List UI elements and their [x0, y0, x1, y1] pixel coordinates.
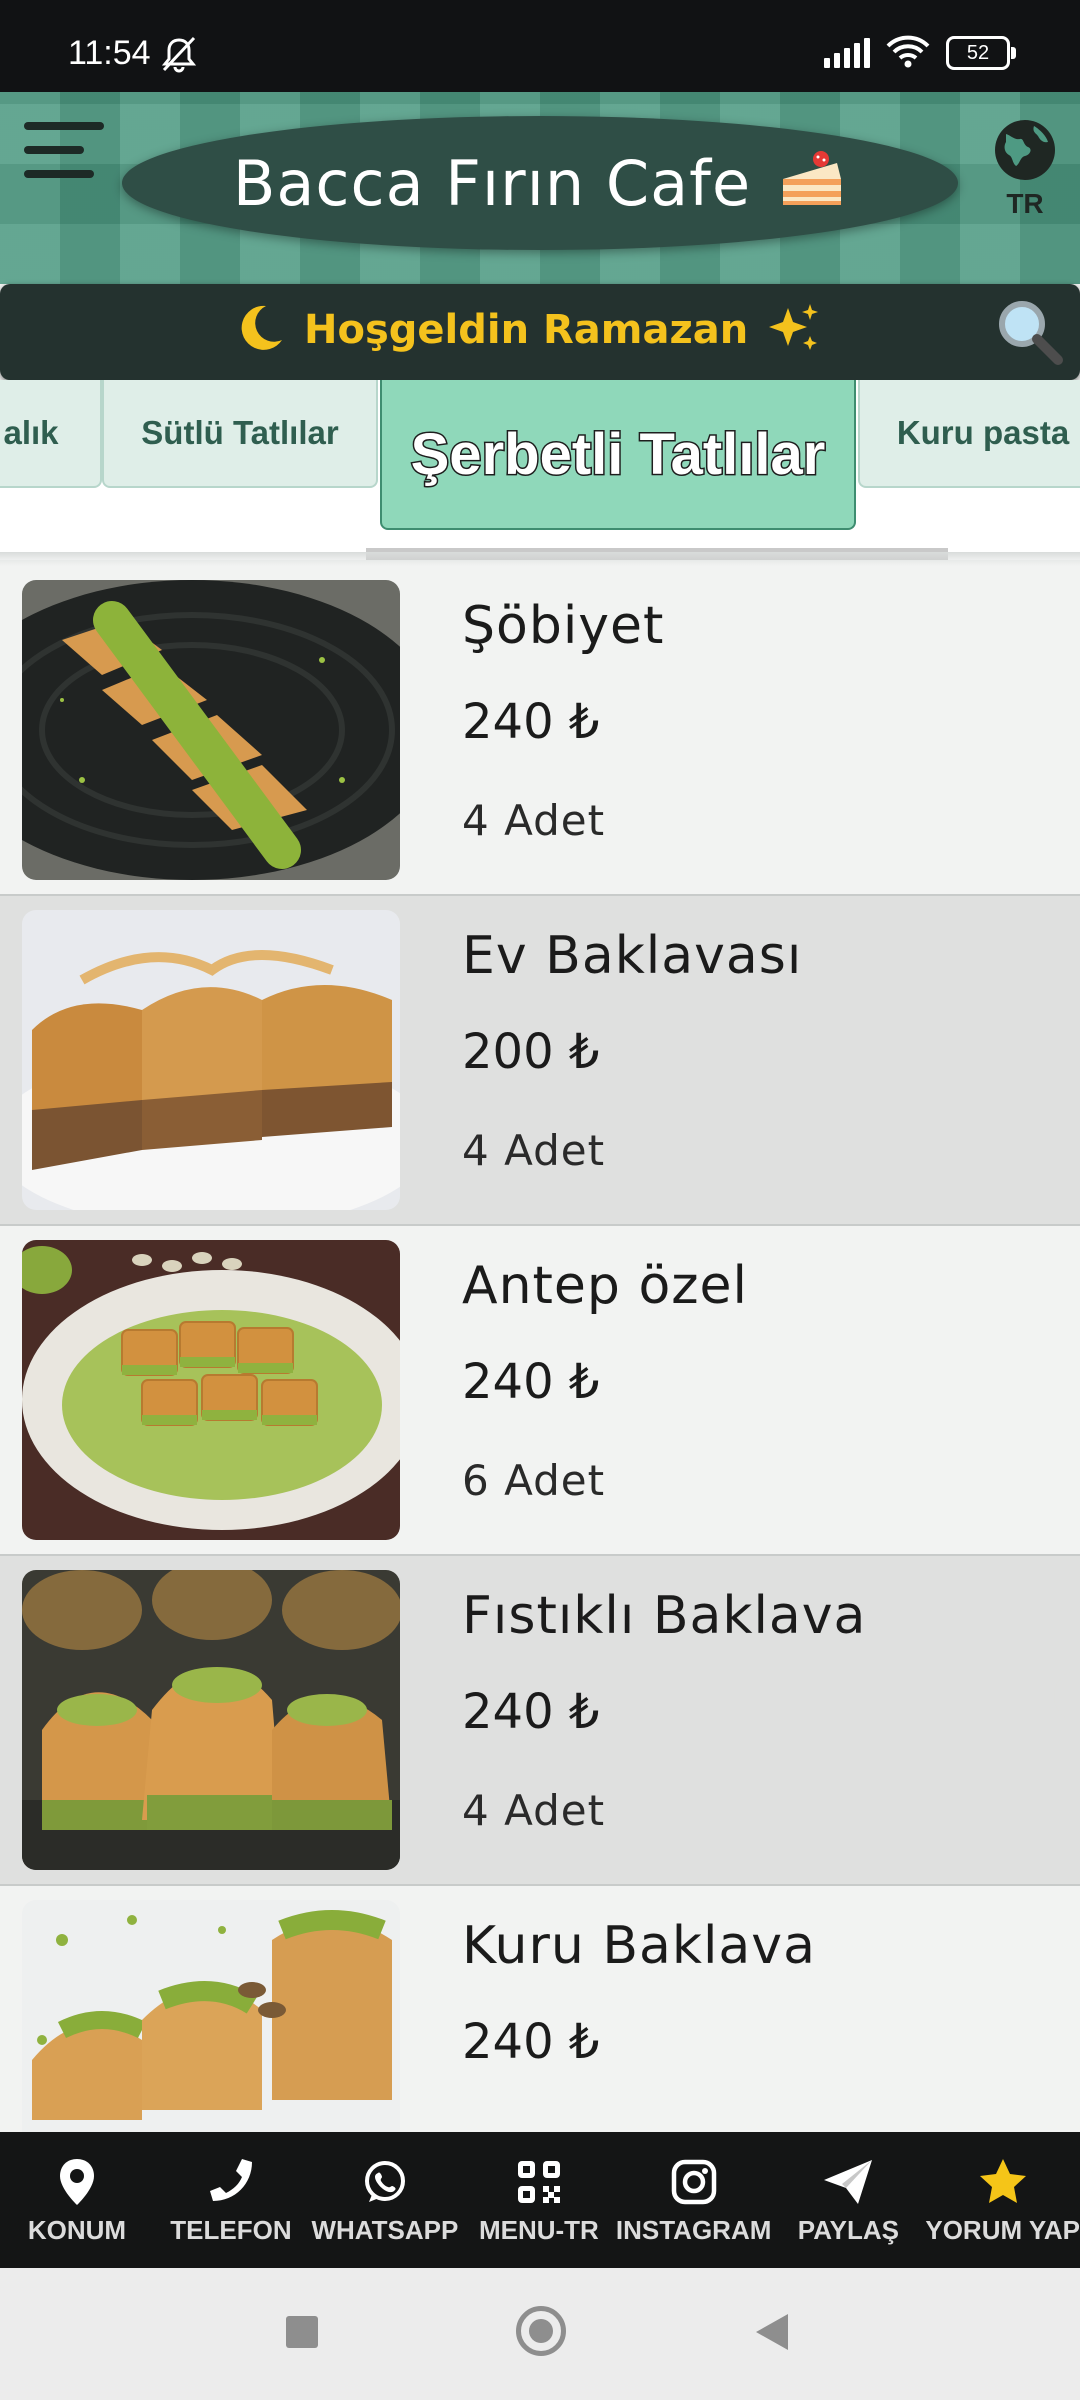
product-list[interactable]: Şöbiyet 240 ₺ 4 Adet Ev Baklavası 200 ₺ … — [0, 566, 1080, 2132]
tabs-shadow — [0, 552, 1080, 566]
nav-whatsapp[interactable]: WHATSAPP — [308, 2132, 462, 2268]
sparkles-icon — [766, 300, 822, 360]
language-button[interactable]: TR — [990, 118, 1060, 228]
nav-label: INSTAGRAM — [615, 2214, 772, 2245]
crescent-loader-icon — [1040, 1666, 1080, 1726]
product-name: Şöbiyet — [462, 596, 665, 656]
product-name: Antep özel — [462, 1256, 748, 1316]
app-header: Bacca Fırın Cafe TR — [0, 92, 1080, 284]
product-name: Fıstıklı Baklava — [462, 1586, 867, 1646]
product-item-ev-baklavasi[interactable]: Ev Baklavası 200 ₺ 4 Adet — [0, 896, 1080, 1226]
wifi-icon — [884, 34, 932, 72]
nav-menu-tr[interactable]: MENU-TR — [462, 2132, 616, 2268]
home-icon[interactable] — [516, 2306, 566, 2356]
language-code: TR — [1006, 188, 1044, 219]
product-item-fistikli-baklava[interactable]: Fıstıklı Baklava 240 ₺ 4 Adet — [0, 1556, 1080, 1886]
nav-label: KONUM — [27, 2214, 127, 2245]
category-tabs: alık Sütlü Tatlılar Kuru pasta Şerbetli … — [0, 380, 1080, 560]
product-name: Kuru Baklava — [462, 1916, 816, 1976]
cake-icon — [777, 149, 847, 217]
nav-label: WHATSAPP — [311, 2214, 459, 2245]
signal-icon — [824, 38, 870, 68]
nav-label: TELEFON — [170, 2214, 292, 2245]
product-item-antep-ozel[interactable]: Antep özel 240 ₺ 6 Adet — [0, 1226, 1080, 1556]
bell-muted-icon — [158, 36, 200, 78]
bottom-navigation: KONUM TELEFON WHATSAPP MENU-TR INSTAGRAM… — [0, 2132, 1080, 2268]
product-price: 240 ₺ — [462, 1354, 600, 1410]
product-price: 200 ₺ — [462, 1024, 600, 1080]
qr-code-icon — [516, 2155, 562, 2209]
announcement-banner: Hoşgeldin Ramazan — [0, 284, 1080, 380]
back-icon[interactable] — [756, 2314, 788, 2350]
product-quantity: 4 Adet — [462, 796, 606, 845]
tab-serbetli-tatlilar[interactable]: Şerbetli Tatlılar — [380, 380, 856, 530]
recent-apps-icon[interactable] — [286, 2316, 318, 2348]
product-quantity: 4 Adet — [462, 1786, 606, 1835]
share-icon — [822, 2155, 874, 2209]
search-icon[interactable] — [994, 296, 1066, 368]
nav-paylas[interactable]: PAYLAŞ — [771, 2132, 925, 2268]
battery-icon: 52 — [946, 36, 1016, 70]
star-icon — [977, 2155, 1029, 2209]
crescent-moon-icon — [230, 300, 286, 360]
product-item-sobiyet[interactable]: Şöbiyet 240 ₺ 4 Adet — [0, 566, 1080, 896]
nav-konum[interactable]: KONUM — [0, 2132, 154, 2268]
nav-label: MENU-TR — [478, 2214, 599, 2245]
product-image-ev-baklavasi — [22, 910, 400, 1210]
tab-kuru-pasta[interactable]: Kuru pasta — [858, 380, 1080, 488]
globe-icon — [992, 120, 1058, 186]
nav-label: YORUM YAP — [925, 2214, 1080, 2245]
system-navigation-bar — [0, 2268, 1080, 2400]
product-price: 240 ₺ — [462, 694, 600, 750]
status-bar: 11:54 52 — [0, 0, 1080, 92]
banner-text: Hoşgeldin Ramazan — [304, 307, 749, 353]
phone-icon — [206, 2155, 256, 2209]
product-price: 240 ₺ — [462, 1684, 600, 1740]
product-name: Ev Baklavası — [462, 926, 803, 986]
hamburger-menu-icon[interactable] — [24, 122, 110, 202]
product-quantity: 4 Adet — [462, 1126, 606, 1175]
nav-yorum-yap[interactable]: YORUM YAP — [925, 2132, 1080, 2268]
product-image-kuru-baklava — [22, 1900, 400, 2132]
product-quantity: 6 Adet — [462, 1456, 606, 1505]
battery-level: 52 — [966, 41, 990, 64]
product-image-fistikli-baklava — [22, 1570, 400, 1870]
tab-sutlu-tatlilar[interactable]: Sütlü Tatlılar — [102, 380, 378, 488]
title-banner: Bacca Fırın Cafe — [122, 116, 958, 250]
instagram-icon — [671, 2155, 717, 2209]
product-image-sobiyet — [22, 580, 400, 880]
product-item-kuru-baklava[interactable]: Kuru Baklava 240 ₺ — [0, 1886, 1080, 2132]
location-pin-icon — [57, 2155, 97, 2209]
nav-telefon[interactable]: TELEFON — [154, 2132, 308, 2268]
nav-instagram[interactable]: INSTAGRAM — [615, 2132, 772, 2268]
whatsapp-icon — [361, 2155, 409, 2209]
status-time: 11:54 — [68, 34, 151, 72]
app-title: Bacca Fırın Cafe — [232, 146, 752, 220]
product-image-antep-ozel — [22, 1240, 400, 1540]
tab-previous-category[interactable]: alık — [0, 380, 102, 488]
product-price: 240 ₺ — [462, 2014, 600, 2070]
nav-label: PAYLAŞ — [797, 2214, 899, 2245]
